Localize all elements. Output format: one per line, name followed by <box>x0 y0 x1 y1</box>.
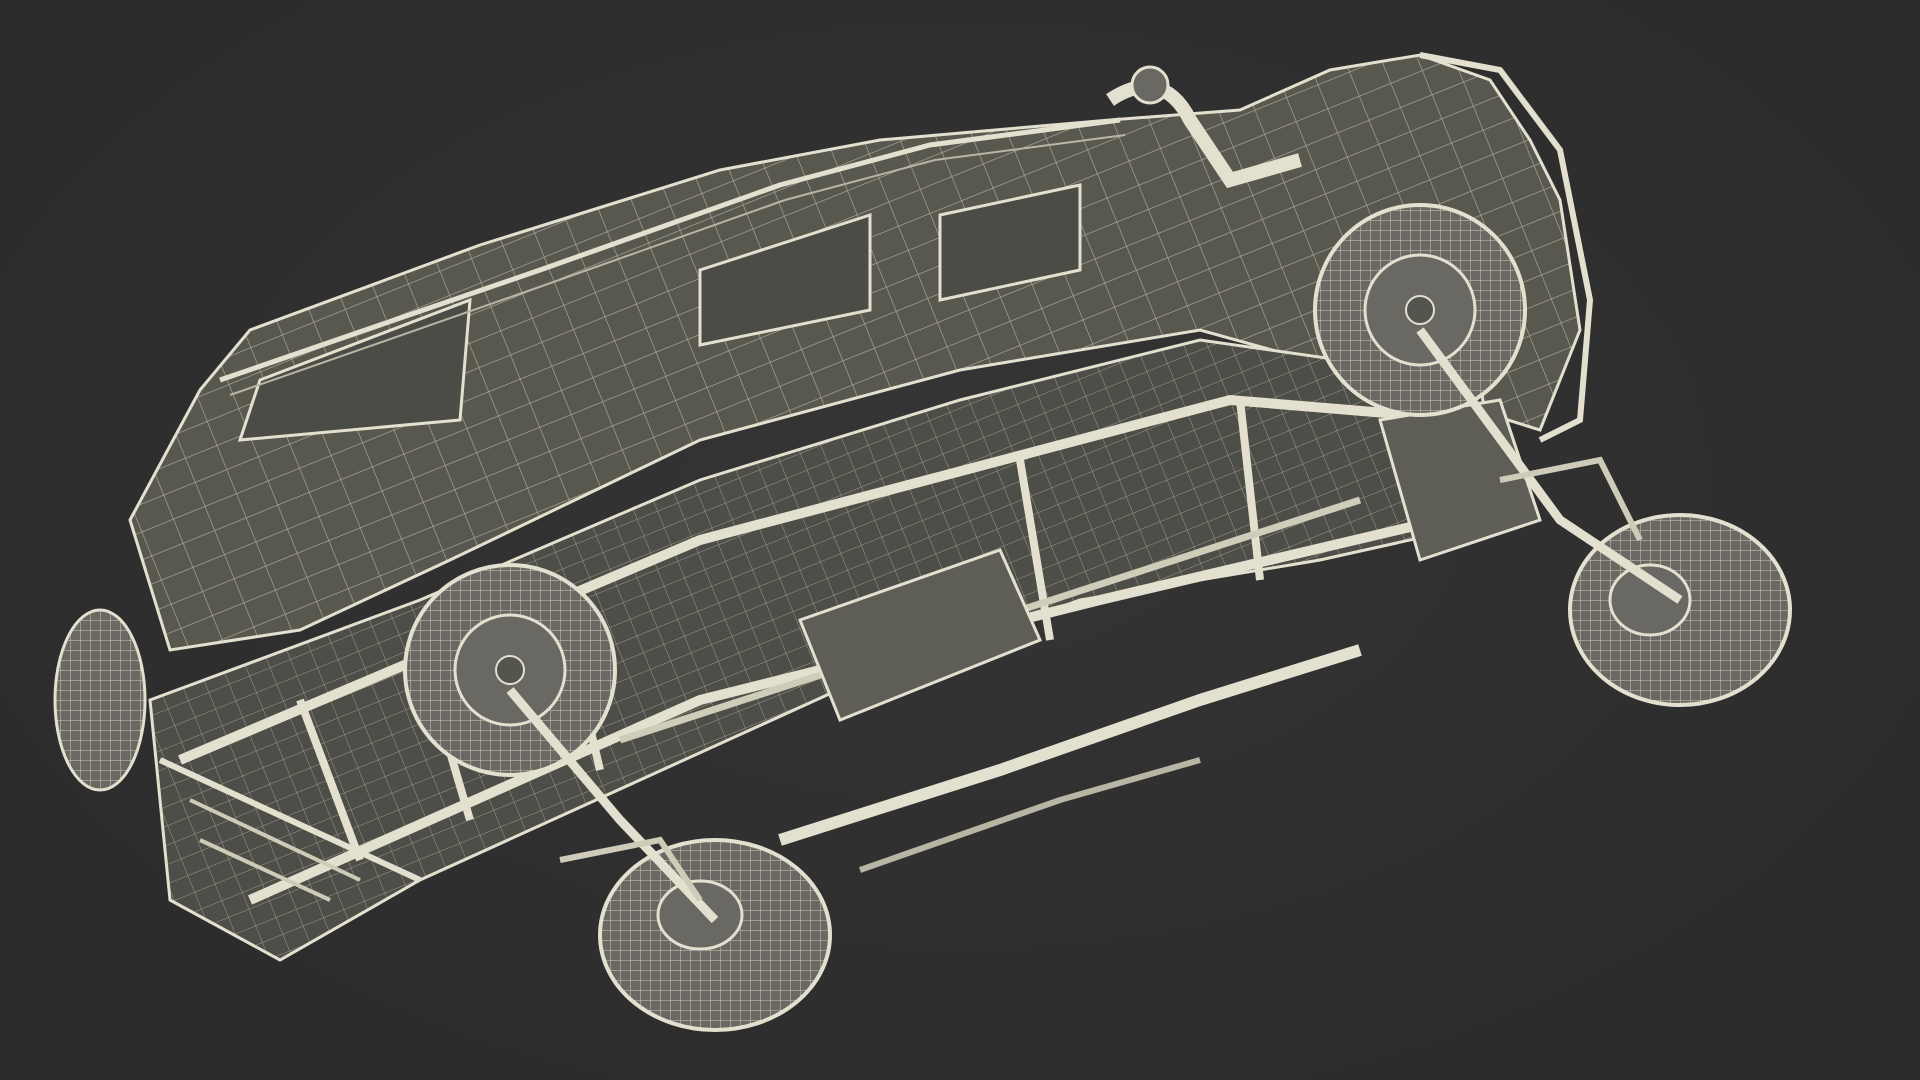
vehicle-wireframe-render <box>53 52 1792 1032</box>
wheel-rear-upper <box>403 563 617 777</box>
wheel-rear-lower <box>598 838 832 1032</box>
wheel-spare-rear <box>53 608 147 792</box>
render-viewport <box>0 0 1920 1080</box>
wheel-front-upper <box>1313 203 1527 417</box>
